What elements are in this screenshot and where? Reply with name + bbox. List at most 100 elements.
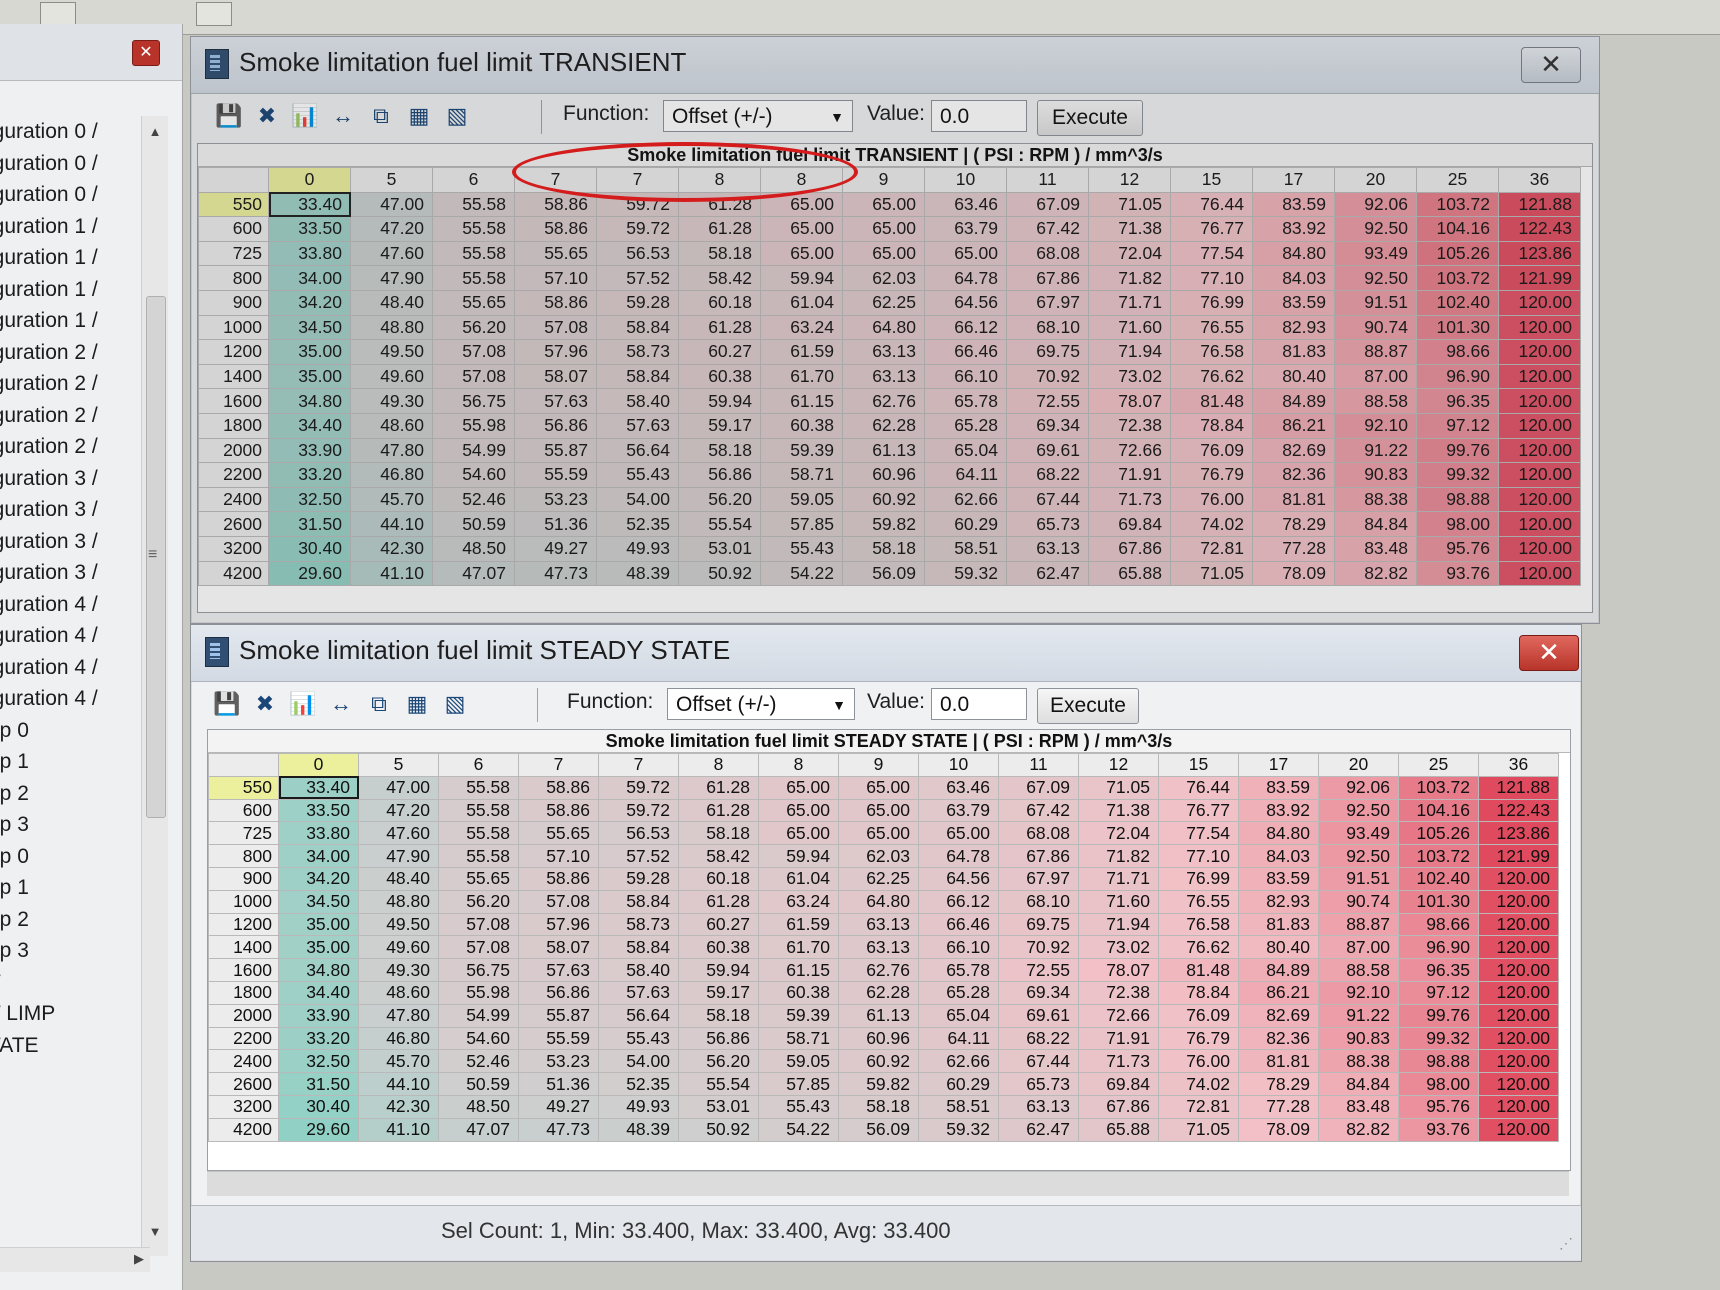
map-cell[interactable]: 97.12 xyxy=(1398,980,1479,1005)
map-cell[interactable]: 58.18 xyxy=(678,437,761,464)
map-cell[interactable]: 56.86 xyxy=(678,462,761,488)
map-cell[interactable]: 120.00 xyxy=(1498,339,1581,365)
map-cell[interactable]: 104.16 xyxy=(1398,798,1479,823)
map-cell[interactable]: 56.53 xyxy=(598,821,679,846)
scroll-right-icon[interactable]: ▶ xyxy=(134,1251,144,1267)
map-cell[interactable]: 64.80 xyxy=(842,314,925,341)
map-cell[interactable]: 58.40 xyxy=(598,958,679,982)
map-cell[interactable]: 71.38 xyxy=(1088,216,1171,242)
rpm-axis-header[interactable]: 725 xyxy=(198,240,269,267)
map-cell[interactable]: 61.28 xyxy=(678,798,759,823)
map-cell[interactable]: 101.30 xyxy=(1398,889,1479,914)
map-cell[interactable]: 59.17 xyxy=(678,980,759,1005)
map-cell[interactable]: 55.87 xyxy=(518,1003,599,1028)
map-cell[interactable]: 60.96 xyxy=(838,1026,919,1051)
map-cell[interactable]: 51.36 xyxy=(518,1072,599,1096)
map-cell[interactable]: 63.13 xyxy=(1006,535,1089,562)
map-cell[interactable]: 50.92 xyxy=(678,560,761,587)
map-cell[interactable]: 83.48 xyxy=(1334,535,1417,562)
map-cell[interactable]: 63.13 xyxy=(998,1094,1079,1119)
map-cell[interactable]: 48.60 xyxy=(350,412,433,439)
map-cell[interactable]: 76.62 xyxy=(1158,935,1239,960)
map-cell[interactable]: 49.50 xyxy=(350,339,433,365)
tree-item[interactable]: iguration 1 / xyxy=(0,305,134,337)
map-cell[interactable]: 56.86 xyxy=(518,980,599,1005)
map-cell[interactable]: 62.03 xyxy=(838,844,919,868)
map-cell[interactable]: 65.88 xyxy=(1088,560,1171,587)
map-cell[interactable]: 72.81 xyxy=(1158,1094,1239,1119)
map-cell[interactable]: 61.04 xyxy=(760,289,843,316)
rpm-axis-header[interactable]: 2200 xyxy=(208,1026,279,1051)
transient-close-button[interactable]: ✕ xyxy=(1521,47,1581,83)
map-cell[interactable]: 120.00 xyxy=(1498,314,1581,341)
map-cell[interactable]: 76.55 xyxy=(1170,314,1253,341)
map-cell[interactable]: 61.28 xyxy=(678,191,761,218)
map-cell[interactable]: 87.00 xyxy=(1334,363,1417,390)
map-cell[interactable]: 57.08 xyxy=(432,339,515,365)
map-cell[interactable]: 34.50 xyxy=(278,889,359,914)
map-cell[interactable]: 66.12 xyxy=(918,889,999,914)
copy-icon[interactable]: ⧉ xyxy=(365,690,393,718)
map-cell[interactable]: 62.28 xyxy=(838,980,919,1005)
map-cell[interactable]: 78.07 xyxy=(1088,388,1171,414)
map-cell[interactable]: 59.05 xyxy=(760,486,843,513)
map-cell[interactable]: 35.00 xyxy=(268,339,351,365)
psi-axis-header[interactable]: 12 xyxy=(1088,167,1171,193)
map-cell[interactable]: 98.88 xyxy=(1398,1049,1479,1074)
map-cell[interactable]: 71.60 xyxy=(1088,314,1171,341)
map-cell[interactable]: 120.00 xyxy=(1498,412,1581,439)
psi-axis-header[interactable]: 25 xyxy=(1398,753,1479,777)
map-cell[interactable]: 63.13 xyxy=(842,339,925,365)
map-cell[interactable]: 58.07 xyxy=(514,363,597,390)
psi-axis-header[interactable]: 15 xyxy=(1170,167,1253,193)
tree-item[interactable]: iguration 3 / xyxy=(0,494,134,526)
map-cell[interactable]: 35.00 xyxy=(278,912,359,937)
map-cell[interactable]: 90.74 xyxy=(1334,314,1417,341)
map-cell[interactable]: 63.24 xyxy=(760,314,843,341)
map-cell[interactable]: 55.59 xyxy=(514,462,597,488)
map-cell[interactable]: 68.10 xyxy=(998,889,1079,914)
map-cell[interactable]: 83.92 xyxy=(1252,216,1335,242)
map-cell[interactable]: 77.54 xyxy=(1170,240,1253,267)
psi-axis-header[interactable]: 9 xyxy=(842,167,925,193)
psi-axis-header[interactable]: 8 xyxy=(760,167,843,193)
map-cell[interactable]: 48.40 xyxy=(350,289,433,316)
map-cell[interactable]: 55.65 xyxy=(518,821,599,846)
map-cell[interactable]: 57.08 xyxy=(518,889,599,914)
map-cell[interactable]: 49.30 xyxy=(358,958,439,982)
map-cell[interactable]: 47.20 xyxy=(350,216,433,242)
map-cell[interactable]: 84.03 xyxy=(1238,844,1319,868)
map-cell[interactable]: 58.18 xyxy=(678,240,761,267)
swap-icon[interactable]: ↔ xyxy=(327,690,355,718)
map-cell[interactable]: 121.99 xyxy=(1478,844,1559,868)
map-cell[interactable]: 55.58 xyxy=(432,216,515,242)
map-cell[interactable]: 82.82 xyxy=(1334,560,1417,587)
rpm-axis-header[interactable]: 600 xyxy=(208,798,279,823)
rpm-axis-header[interactable]: 725 xyxy=(208,821,279,846)
map-cell[interactable]: 57.52 xyxy=(596,265,679,291)
psi-axis-header[interactable]: 36 xyxy=(1498,167,1581,193)
map-cell[interactable]: 58.07 xyxy=(518,935,599,960)
map-cell[interactable]: 35.00 xyxy=(268,363,351,390)
psi-axis-header[interactable]: 8 xyxy=(678,753,759,777)
map-cell[interactable]: 59.72 xyxy=(596,216,679,242)
map-cell[interactable]: 72.55 xyxy=(998,958,1079,982)
map-cell[interactable]: 45.70 xyxy=(358,1049,439,1074)
map-cell[interactable]: 84.03 xyxy=(1252,265,1335,291)
map-cell[interactable]: 78.09 xyxy=(1238,1117,1319,1142)
map-cell[interactable]: 83.48 xyxy=(1318,1094,1399,1119)
map-cell[interactable]: 88.87 xyxy=(1334,339,1417,365)
map-cell[interactable]: 92.06 xyxy=(1318,775,1399,800)
map-cell[interactable]: 120.00 xyxy=(1478,912,1559,937)
map-cell[interactable]: 34.00 xyxy=(268,265,351,291)
map-cell[interactable]: 47.90 xyxy=(350,265,433,291)
tree-item[interactable]: iguration 1 / xyxy=(0,274,134,306)
map-cell[interactable]: 78.84 xyxy=(1158,980,1239,1005)
copy-icon[interactable]: ⧉ xyxy=(367,102,395,130)
psi-axis-header[interactable]: 7 xyxy=(518,753,599,777)
smooth-icon[interactable]: ▧ xyxy=(443,102,471,130)
map-cell[interactable]: 62.25 xyxy=(842,289,925,316)
tree-item[interactable]: iguration 0 / xyxy=(0,179,134,211)
map-cell[interactable]: 84.80 xyxy=(1252,240,1335,267)
map-cell[interactable]: 63.46 xyxy=(924,191,1007,218)
